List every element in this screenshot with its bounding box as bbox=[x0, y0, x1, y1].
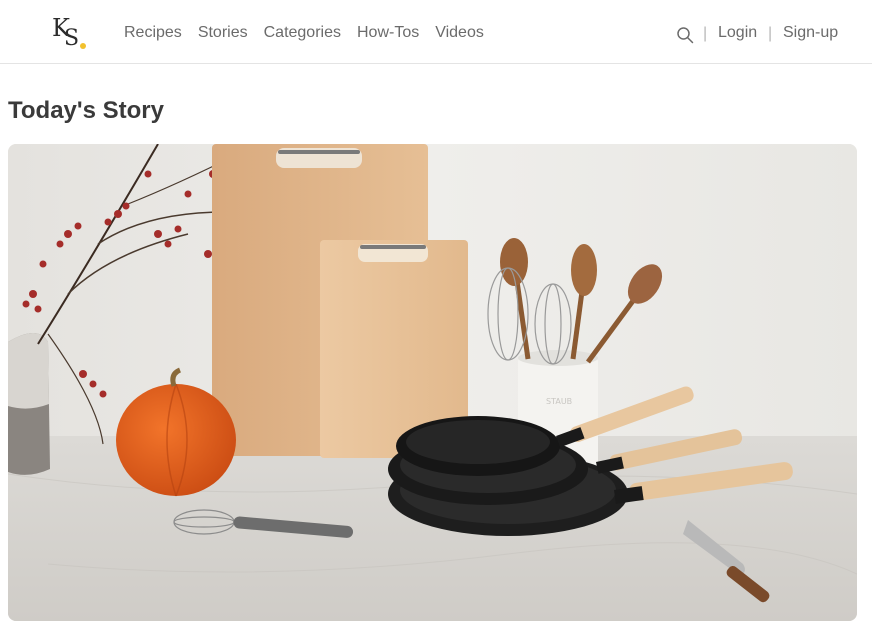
login-link[interactable]: Login bbox=[718, 22, 757, 44]
nav-recipes[interactable]: Recipes bbox=[124, 22, 182, 44]
logo-dot bbox=[80, 43, 86, 49]
nav-videos[interactable]: Videos bbox=[435, 22, 484, 44]
nav-categories[interactable]: Categories bbox=[264, 22, 341, 44]
svg-text:STAUB: STAUB bbox=[546, 397, 572, 406]
site-header: K S Recipes Stories Categories How-Tos V… bbox=[0, 0, 872, 64]
site-logo[interactable]: K S bbox=[50, 14, 90, 54]
nav-stories[interactable]: Stories bbox=[198, 22, 248, 44]
hero-illustration: STAUB bbox=[8, 144, 857, 621]
signup-link[interactable]: Sign-up bbox=[783, 22, 838, 44]
nav-how-tos[interactable]: How-Tos bbox=[357, 22, 419, 44]
section-title: Today's Story bbox=[8, 97, 164, 124]
main-nav: Recipes Stories Categories How-Tos Video… bbox=[124, 22, 500, 44]
search-icon[interactable] bbox=[676, 26, 694, 44]
header-separator: | bbox=[703, 25, 708, 42]
header-separator: | bbox=[768, 25, 773, 42]
todays-story-image[interactable]: STAUB bbox=[8, 144, 857, 621]
logo-letter-s: S bbox=[64, 26, 80, 51]
